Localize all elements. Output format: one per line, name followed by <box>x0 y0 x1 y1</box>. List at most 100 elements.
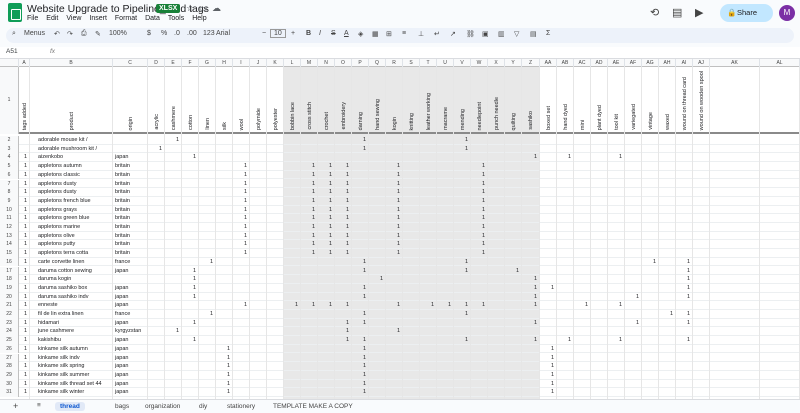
number-format-button[interactable]: 123 <box>203 30 215 37</box>
sheet-tab-stationery[interactable]: stationery <box>222 402 260 411</box>
cell-mark[interactable]: 1 <box>568 336 571 345</box>
cell-mark[interactable]: 1 <box>687 293 690 302</box>
cell-mark[interactable]: 1 <box>312 223 315 232</box>
cell-mark[interactable]: 1 <box>193 275 196 284</box>
cell-mark[interactable]: 1 <box>329 232 332 241</box>
column-header-l[interactable]: L <box>284 59 301 67</box>
column-header-f[interactable]: F <box>182 59 199 67</box>
cell-mark[interactable]: 1 <box>329 162 332 171</box>
cell-mark[interactable]: 1 <box>244 206 247 215</box>
row-number[interactable]: 2 <box>0 136 19 145</box>
cell-product[interactable]: appletons grays <box>38 206 77 215</box>
cell-product[interactable]: appletons green blue <box>38 214 89 223</box>
cell-mark[interactable]: 1 <box>687 310 690 319</box>
cell-mark[interactable]: 1 <box>329 197 332 206</box>
column-header-ak[interactable]: AK <box>710 59 760 67</box>
cell-tags-added[interactable]: 1 <box>24 258 27 267</box>
cell-mark[interactable]: 1 <box>397 223 400 232</box>
cell-origin[interactable]: france <box>115 310 130 319</box>
cell-origin[interactable]: britain <box>115 249 130 258</box>
row-number[interactable]: 18 <box>0 275 19 284</box>
cell-tags-added[interactable]: 1 <box>24 249 27 258</box>
cell-origin[interactable]: japan <box>115 284 128 293</box>
row-number[interactable]: 25 <box>0 336 19 345</box>
increase-decimal-button[interactable]: .00 <box>187 30 197 37</box>
cell-mark[interactable]: 1 <box>227 345 230 354</box>
history-icon[interactable]: ⟲ <box>650 6 659 19</box>
fill-color-icon[interactable]: ◈ <box>358 30 363 38</box>
menu-item-insert[interactable]: Insert <box>89 15 107 22</box>
cell-product[interactable]: adorable mouse kit / <box>38 136 88 145</box>
cell-origin[interactable]: britain <box>115 232 130 241</box>
cell-product[interactable]: daruma sashiko indv <box>38 293 88 302</box>
cell-tags-added[interactable]: 1 <box>24 275 27 284</box>
menu-item-help[interactable]: Help <box>192 15 206 22</box>
name-box[interactable]: A51 <box>6 48 18 55</box>
cell-mark[interactable]: 1 <box>465 310 468 319</box>
cell-origin[interactable]: france <box>115 258 130 267</box>
row-number[interactable]: 17 <box>0 266 19 276</box>
cell-mark[interactable]: 1 <box>363 145 366 154</box>
cell-mark[interactable]: 1 <box>159 145 162 154</box>
cell-mark[interactable]: 1 <box>568 153 571 162</box>
cell-mark[interactable]: 1 <box>687 267 690 276</box>
column-header-q[interactable]: Q <box>369 59 386 67</box>
column-header-ae[interactable]: AE <box>608 59 625 67</box>
cell-tags-added[interactable]: 1 <box>24 371 27 380</box>
column-title[interactable]: crochet <box>323 112 331 130</box>
cell-product[interactable]: appletons olive <box>38 232 75 241</box>
cell-mark[interactable]: 1 <box>346 240 349 249</box>
cell-origin[interactable]: japan <box>115 267 128 276</box>
cell-mark[interactable]: 1 <box>244 232 247 241</box>
font-size-decrease[interactable]: − <box>262 30 266 37</box>
link-icon[interactable]: ⛓ <box>466 30 475 38</box>
column-header-g[interactable]: G <box>199 59 216 67</box>
menu-item-view[interactable]: View <box>66 15 81 22</box>
comments-icon[interactable]: ▤ <box>672 6 682 19</box>
cell-mark[interactable]: 1 <box>346 327 349 336</box>
cell-mark[interactable]: 1 <box>346 206 349 215</box>
cell-mark[interactable]: 1 <box>193 293 196 302</box>
column-header-i[interactable]: I <box>233 59 250 67</box>
paint-format-icon[interactable]: ✎ <box>95 30 101 38</box>
cell-origin[interactable]: japan <box>115 153 128 162</box>
column-header-w[interactable]: W <box>471 59 488 67</box>
cell-mark[interactable]: 1 <box>227 388 230 397</box>
column-title[interactable]: embroidery <box>340 102 348 130</box>
print-icon[interactable]: ⎙ <box>81 30 87 38</box>
document-title[interactable]: Website Upgrade to Pipeline_ add tags <box>27 3 209 15</box>
cell-product[interactable]: appletons terra cotta <box>38 249 88 258</box>
column-header-aa[interactable]: AA <box>540 59 557 67</box>
cell-mark[interactable]: 1 <box>227 354 230 363</box>
cell-product[interactable]: kinkame silk thread set 44 <box>38 380 102 389</box>
cell-mark[interactable]: 1 <box>346 336 349 345</box>
row-number[interactable]: 28 <box>0 362 19 371</box>
cell-mark[interactable]: 1 <box>363 293 366 302</box>
cell-tags-added[interactable]: 1 <box>24 319 27 328</box>
row-number[interactable]: 1 <box>0 67 19 134</box>
cell-mark[interactable]: 1 <box>312 301 315 310</box>
cell-mark[interactable]: 1 <box>534 319 537 328</box>
cell-tags-added[interactable]: 1 <box>24 293 27 302</box>
cell-mark[interactable]: 1 <box>397 301 400 310</box>
cell-mark[interactable]: 1 <box>551 388 554 397</box>
cell-mark[interactable]: 1 <box>227 371 230 380</box>
all-sheets-icon[interactable]: ≡ <box>32 401 46 410</box>
cell-mark[interactable]: 1 <box>448 301 451 310</box>
column-title[interactable]: hand sewing <box>374 99 382 130</box>
cell-mark[interactable]: 1 <box>312 171 315 180</box>
column-header-e[interactable]: E <box>165 59 182 67</box>
cell-product[interactable]: adorable mushroom kit / <box>38 145 97 154</box>
cell-tags-added[interactable]: 1 <box>24 214 27 223</box>
cell-product[interactable]: kinkame silk indv <box>38 354 80 363</box>
cell-mark[interactable]: 1 <box>363 310 366 319</box>
row-number[interactable]: 15 <box>0 249 19 258</box>
cell-mark[interactable]: 1 <box>363 371 366 380</box>
cell-mark[interactable]: 1 <box>244 197 247 206</box>
sheets-logo-icon[interactable] <box>8 3 22 22</box>
align-icon[interactable]: ≡ <box>402 30 406 37</box>
column-title[interactable]: macrame <box>442 107 450 130</box>
cell-mark[interactable]: 1 <box>482 301 485 310</box>
cell-product[interactable]: appletons french blue <box>38 197 91 206</box>
column-header-v[interactable]: V <box>454 59 471 67</box>
